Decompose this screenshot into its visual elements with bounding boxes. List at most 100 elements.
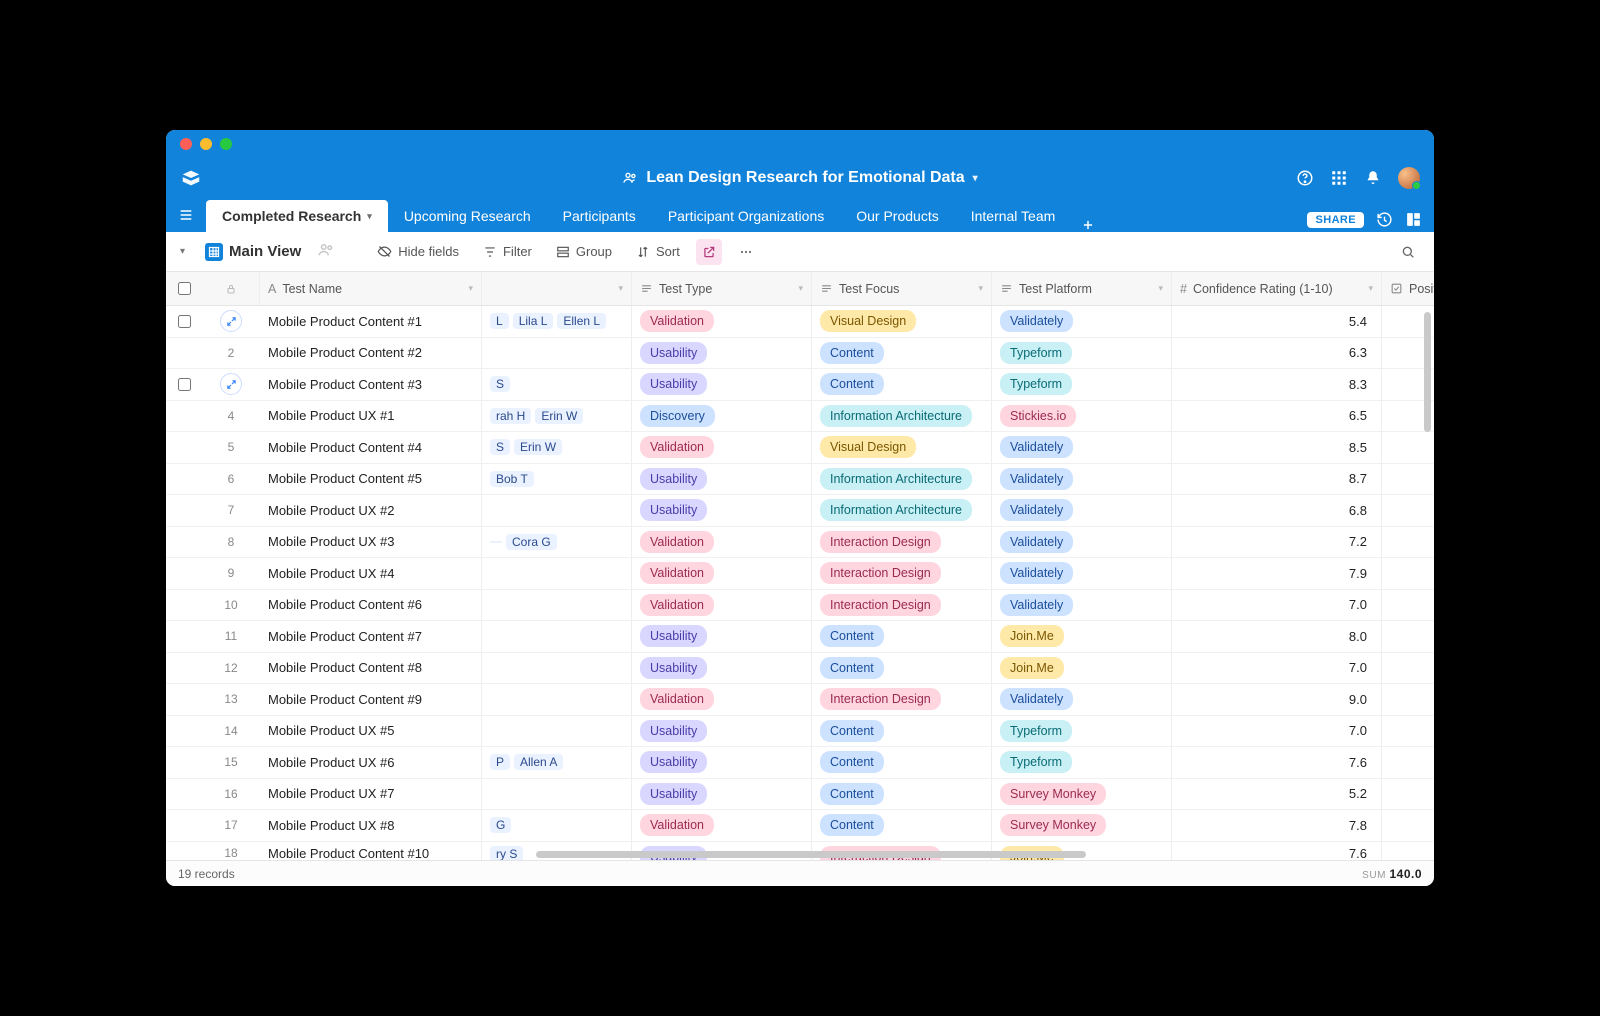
person-chip[interactable]: Erin W xyxy=(535,408,583,424)
cell-test-type[interactable]: Usability xyxy=(632,779,812,810)
cell-people[interactable]: G xyxy=(482,810,632,841)
person-chip[interactable]: Allen A xyxy=(514,754,563,770)
column-summary[interactable]: SUM 140.0 xyxy=(1362,867,1422,881)
chevron-down-icon[interactable]: ▾ xyxy=(468,283,473,294)
column-header-test-focus[interactable]: Test Focus ▾ xyxy=(812,272,992,305)
table-row[interactable]: 14Mobile Product UX #5UsabilityContentTy… xyxy=(166,716,1434,748)
user-avatar[interactable] xyxy=(1398,167,1420,189)
cell-people[interactable]: Cora G xyxy=(482,527,632,558)
person-chip[interactable]: G xyxy=(490,817,511,833)
cell-test-platform[interactable]: Validately xyxy=(992,432,1172,463)
cell-positive[interactable] xyxy=(1382,810,1434,841)
cell-positive[interactable] xyxy=(1382,432,1434,463)
apps-grid-icon[interactable] xyxy=(1330,169,1348,187)
cell-test-focus[interactable]: Interaction Design xyxy=(812,558,992,589)
cell-confidence[interactable]: 6.5 xyxy=(1172,401,1382,432)
cell-confidence[interactable]: 9.0 xyxy=(1172,684,1382,715)
cell-confidence[interactable]: 8.0 xyxy=(1172,621,1382,652)
table-row[interactable]: 4Mobile Product UX #1rah HErin WDiscover… xyxy=(166,401,1434,433)
cell-people[interactable]: Bob T xyxy=(482,464,632,495)
cell-test-focus[interactable]: Content xyxy=(812,369,992,400)
cell-test-type[interactable]: Usability xyxy=(632,716,812,747)
cell-people[interactable]: PAllen A xyxy=(482,747,632,778)
cell-test-type[interactable]: Validation xyxy=(632,527,812,558)
cell-positive[interactable] xyxy=(1382,747,1434,778)
cell-test-focus[interactable]: Information Architecture xyxy=(812,495,992,526)
person-chip[interactable]: Erin W xyxy=(514,439,562,455)
person-chip[interactable]: S xyxy=(490,439,510,455)
table-row[interactable]: 16Mobile Product UX #7UsabilityContentSu… xyxy=(166,779,1434,811)
person-chip[interactable]: Lila L xyxy=(513,313,554,329)
cell-test-platform[interactable]: Validately xyxy=(992,464,1172,495)
table-row[interactable]: 8Mobile Product UX #3Cora GValidationInt… xyxy=(166,527,1434,559)
cell-positive[interactable] xyxy=(1382,558,1434,589)
cell-test-focus[interactable]: Visual Design xyxy=(812,432,992,463)
cell-test-focus[interactable]: Content xyxy=(812,779,992,810)
person-chip[interactable]: L xyxy=(490,313,509,329)
cell-confidence[interactable]: 8.5 xyxy=(1172,432,1382,463)
cell-confidence[interactable]: 7.8 xyxy=(1172,810,1382,841)
table-row[interactable]: Mobile Product Content #3SUsabilityConte… xyxy=(166,369,1434,401)
cell-test-name[interactable]: Mobile Product Content #3 xyxy=(260,369,482,400)
current-view-chip[interactable]: Main View xyxy=(197,239,309,265)
column-header-test-type[interactable]: Test Type ▾ xyxy=(632,272,812,305)
collaborators-icon[interactable] xyxy=(317,241,335,262)
cell-confidence[interactable]: 7.9 xyxy=(1172,558,1382,589)
cell-test-type[interactable]: Usability xyxy=(632,338,812,369)
cell-test-focus[interactable]: Interaction Design xyxy=(812,527,992,558)
chevron-down-icon[interactable]: ▾ xyxy=(798,283,803,294)
table-row[interactable]: 5Mobile Product Content #4SErin WValidat… xyxy=(166,432,1434,464)
cell-people[interactable] xyxy=(482,495,632,526)
cell-people[interactable] xyxy=(482,590,632,621)
column-header-people[interactable]: ▾ xyxy=(482,272,632,305)
cell-positive[interactable] xyxy=(1382,653,1434,684)
cell-test-platform[interactable]: Validately xyxy=(992,590,1172,621)
filter-button[interactable]: Filter xyxy=(475,240,540,263)
chevron-down-icon[interactable]: ▾ xyxy=(1368,283,1373,294)
cell-test-platform[interactable]: Validately xyxy=(992,495,1172,526)
person-chip[interactable]: Bob T xyxy=(490,471,534,487)
person-chip[interactable]: Ellen L xyxy=(557,313,606,329)
horizontal-scrollbar[interactable] xyxy=(166,848,1422,860)
cell-test-type[interactable]: Validation xyxy=(632,810,812,841)
share-view-button[interactable] xyxy=(696,239,722,265)
cell-test-name[interactable]: Mobile Product UX #8 xyxy=(260,810,482,841)
person-chip[interactable]: rah H xyxy=(490,408,531,424)
cell-test-platform[interactable]: Stickies.io xyxy=(992,401,1172,432)
cell-test-platform[interactable]: Validately xyxy=(992,558,1172,589)
tab-participants[interactable]: Participants xyxy=(547,200,652,232)
zoom-window-icon[interactable] xyxy=(220,138,232,150)
column-header-confidence[interactable]: # Confidence Rating (1-10) ▾ xyxy=(1172,272,1382,305)
cell-test-focus[interactable]: Interaction Design xyxy=(812,590,992,621)
cell-test-platform[interactable]: Validately xyxy=(992,684,1172,715)
cell-test-type[interactable]: Usability xyxy=(632,653,812,684)
table-row[interactable]: 9Mobile Product UX #4ValidationInteracti… xyxy=(166,558,1434,590)
cell-test-type[interactable]: Usability xyxy=(632,495,812,526)
cell-test-name[interactable]: Mobile Product Content #5 xyxy=(260,464,482,495)
cell-people[interactable] xyxy=(482,716,632,747)
cell-test-platform[interactable]: Validately xyxy=(992,306,1172,337)
history-icon[interactable] xyxy=(1376,211,1393,228)
cell-test-focus[interactable]: Visual Design xyxy=(812,306,992,337)
cell-confidence[interactable]: 7.0 xyxy=(1172,653,1382,684)
cell-positive[interactable] xyxy=(1382,495,1434,526)
hide-fields-button[interactable]: Hide fields xyxy=(369,240,467,263)
cell-positive[interactable] xyxy=(1382,590,1434,621)
workspace-title-button[interactable]: Lean Design Research for Emotional Data … xyxy=(166,169,1434,187)
table-row[interactable]: 15Mobile Product UX #6PAllen AUsabilityC… xyxy=(166,747,1434,779)
cell-test-platform[interactable]: Validately xyxy=(992,527,1172,558)
cell-people[interactable]: rah HErin W xyxy=(482,401,632,432)
cell-confidence[interactable]: 5.2 xyxy=(1172,779,1382,810)
table-row[interactable]: 10Mobile Product Content #6ValidationInt… xyxy=(166,590,1434,622)
cell-people[interactable] xyxy=(482,621,632,652)
cell-test-name[interactable]: Mobile Product UX #5 xyxy=(260,716,482,747)
cell-confidence[interactable]: 7.0 xyxy=(1172,716,1382,747)
chevron-down-icon[interactable]: ▾ xyxy=(1158,283,1163,294)
cell-positive[interactable] xyxy=(1382,779,1434,810)
cell-confidence[interactable]: 8.7 xyxy=(1172,464,1382,495)
cell-test-type[interactable]: Validation xyxy=(632,306,812,337)
table-row[interactable]: 11Mobile Product Content #7UsabilityCont… xyxy=(166,621,1434,653)
cell-test-name[interactable]: Mobile Product Content #1 xyxy=(260,306,482,337)
cell-confidence[interactable]: 6.8 xyxy=(1172,495,1382,526)
cell-test-name[interactable]: Mobile Product Content #9 xyxy=(260,684,482,715)
